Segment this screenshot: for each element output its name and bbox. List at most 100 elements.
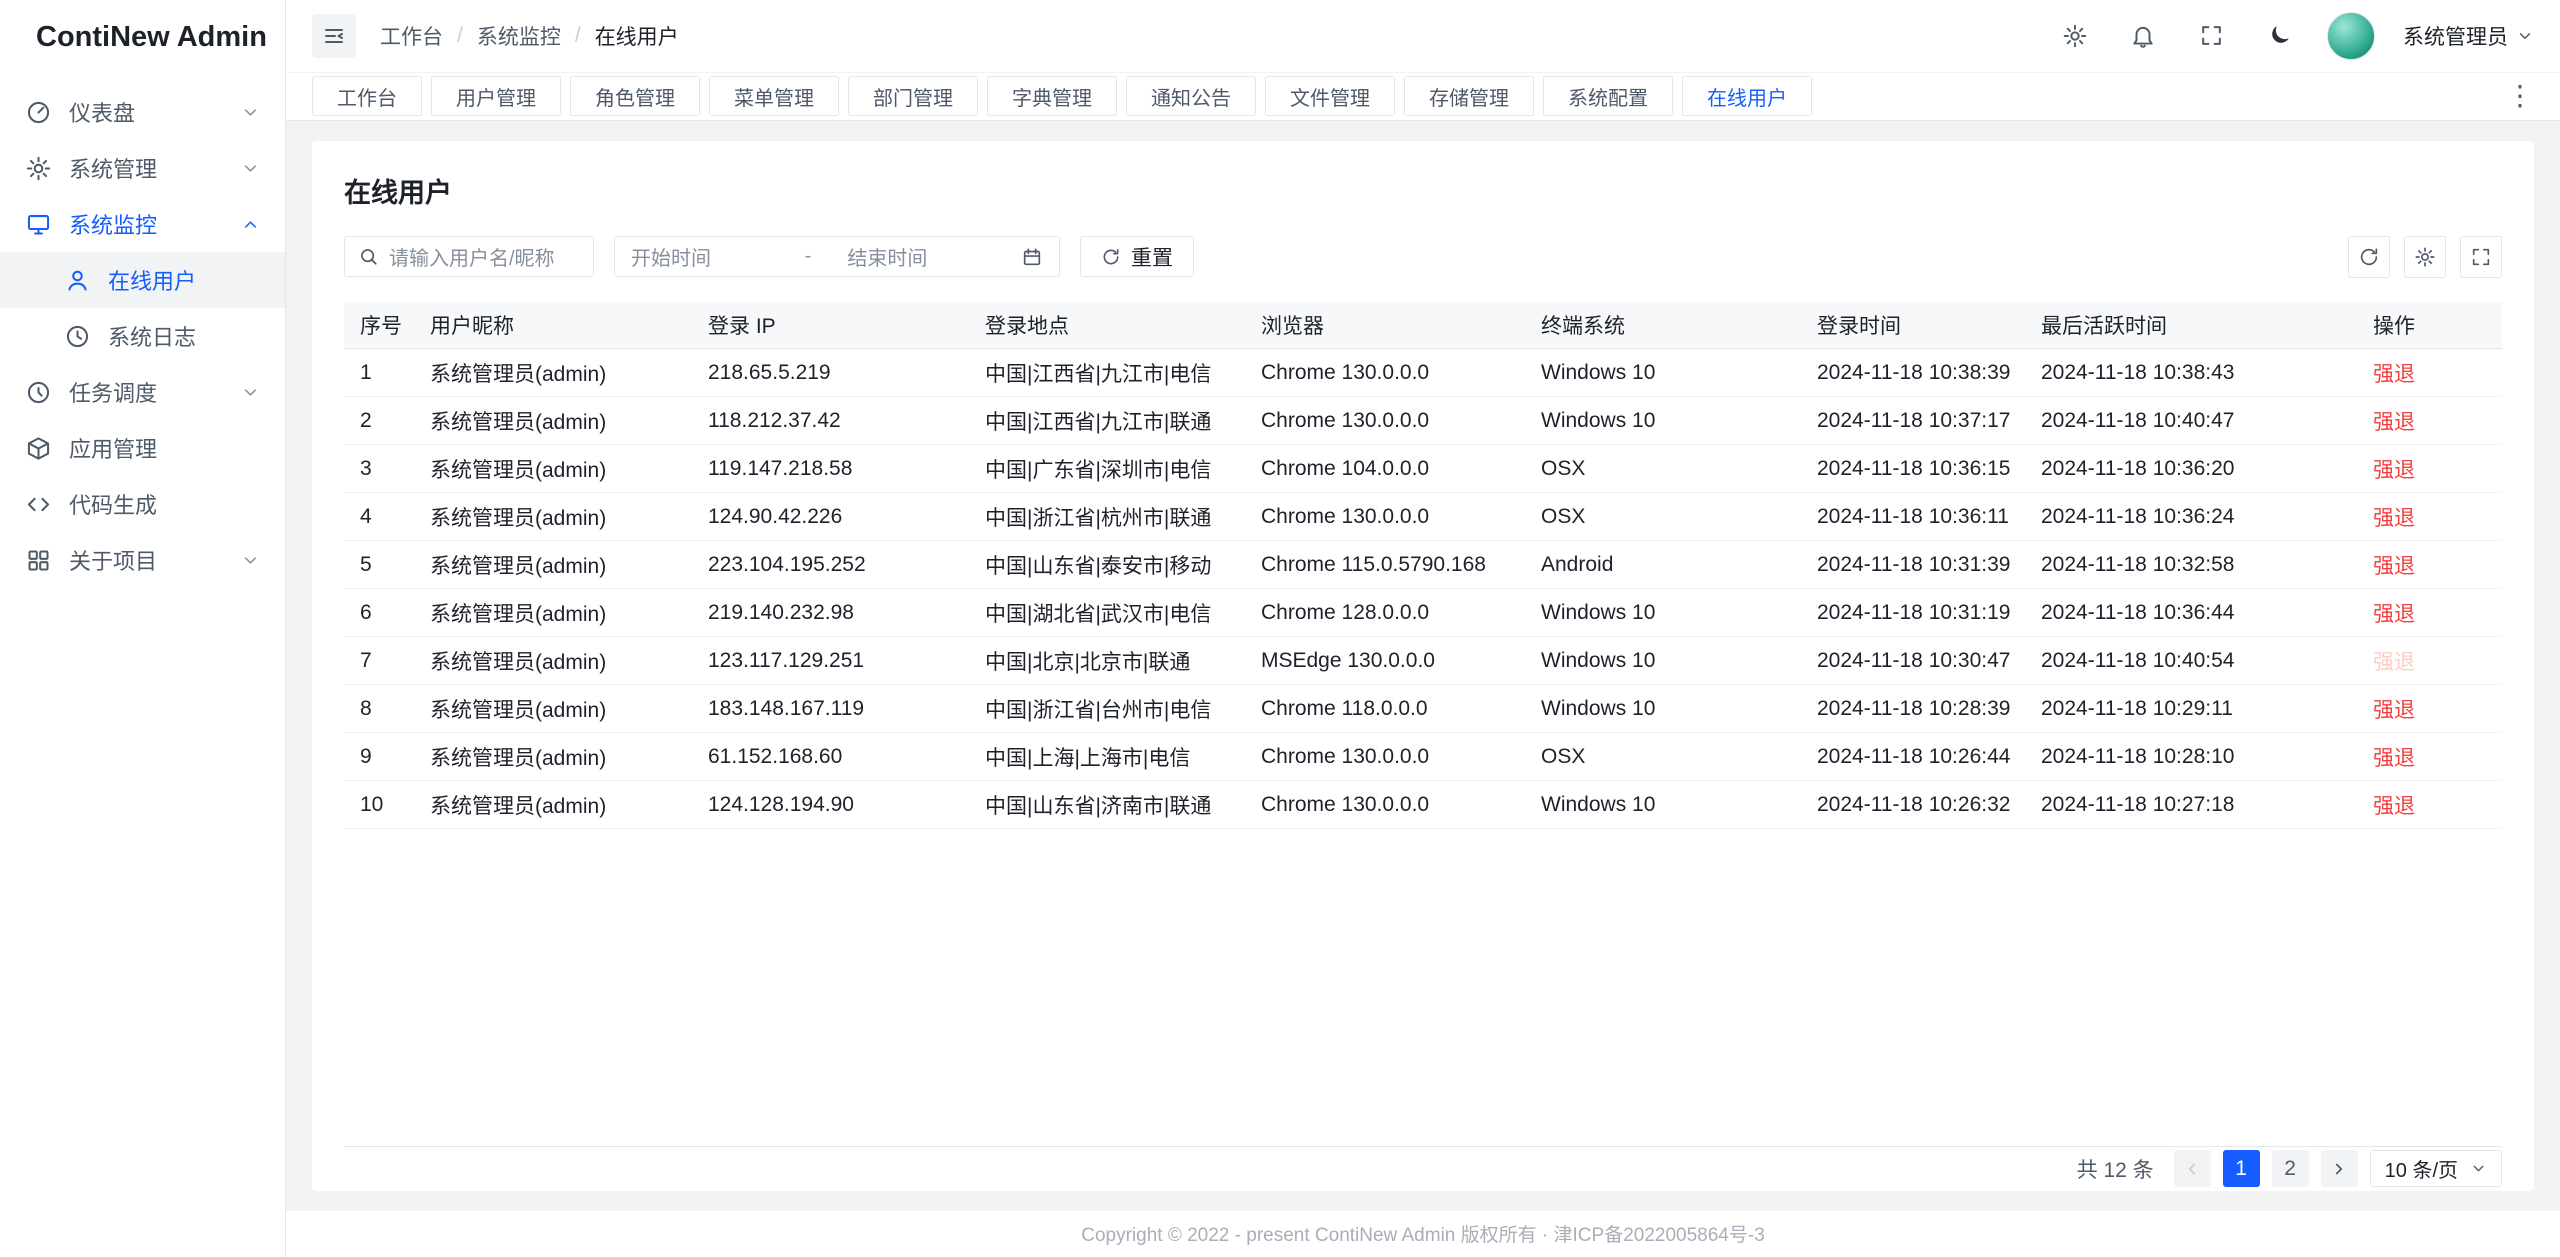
- cell-no: 7: [344, 637, 414, 685]
- search-input[interactable]: 请输入用户名/昵称: [344, 236, 594, 277]
- tab-8[interactable]: 存储管理: [1404, 76, 1534, 116]
- sidebar-collapse-button[interactable]: [312, 14, 356, 58]
- cell-browser: Chrome 130.0.0.0: [1245, 397, 1525, 445]
- cell-login_time: 2024-11-18 10:26:44: [1801, 733, 2025, 781]
- avatar[interactable]: [2327, 12, 2375, 60]
- cell-last_active: 2024-11-18 10:32:58: [2025, 541, 2357, 589]
- column-settings-button[interactable]: [2404, 236, 2446, 278]
- reset-button[interactable]: 重置: [1080, 236, 1194, 277]
- page-button-1[interactable]: 1: [2223, 1150, 2260, 1187]
- chevron-up-icon: [241, 215, 260, 234]
- sidebar-item-about-project[interactable]: 关于项目: [0, 532, 285, 588]
- force-logout-link[interactable]: 强退: [2373, 411, 2415, 434]
- settings-button[interactable]: [2055, 16, 2095, 56]
- sidebar-item-system-management[interactable]: 系统管理: [0, 140, 285, 196]
- page-button-2[interactable]: 2: [2272, 1150, 2309, 1187]
- cell-no: 10: [344, 781, 414, 829]
- sidebar-item-dashboard[interactable]: 仪表盘: [0, 84, 285, 140]
- sidebar-item-system-logs[interactable]: 系统日志: [0, 308, 285, 364]
- tab-7[interactable]: 文件管理: [1265, 76, 1395, 116]
- cell-location: 中国|江西省|九江市|电信: [969, 349, 1245, 397]
- more-vertical-icon[interactable]: ⋮: [2506, 82, 2534, 110]
- tab-4[interactable]: 部门管理: [848, 76, 978, 116]
- tab-bar: 工作台用户管理角色管理菜单管理部门管理字典管理通知公告文件管理存储管理系统配置在…: [286, 73, 2560, 121]
- monitor-icon: [25, 211, 52, 238]
- cell-last_active: 2024-11-18 10:27:18: [2025, 781, 2357, 829]
- force-logout-link[interactable]: 强退: [2373, 795, 2415, 818]
- table-fullscreen-button[interactable]: [2460, 236, 2502, 278]
- tab-9[interactable]: 系统配置: [1543, 76, 1673, 116]
- cell-no: 9: [344, 733, 414, 781]
- table-row: 5系统管理员(admin)223.104.195.252中国|山东省|泰安市|移…: [344, 541, 2502, 589]
- cell-os: Windows 10: [1525, 397, 1801, 445]
- cell-location: 中国|浙江省|台州市|电信: [969, 685, 1245, 733]
- tab-6[interactable]: 通知公告: [1126, 76, 1256, 116]
- tab-list: 工作台用户管理角色管理菜单管理部门管理字典管理通知公告文件管理存储管理系统配置在…: [312, 76, 1812, 116]
- prev-page-button[interactable]: [2174, 1150, 2211, 1187]
- next-page-button[interactable]: [2321, 1150, 2358, 1187]
- sidebar-submenu-system-monitor: 在线用户 系统日志: [0, 252, 285, 364]
- tab-2[interactable]: 角色管理: [570, 76, 700, 116]
- main-area: 工作台 / 系统监控 / 在线用户: [286, 0, 2560, 1257]
- cell-action: 强退: [2357, 589, 2502, 637]
- top-bar-right: 系统管理员: [2055, 12, 2534, 60]
- dark-mode-toggle[interactable]: [2259, 16, 2299, 56]
- column-header-3: 登录地点: [969, 302, 1245, 349]
- column-header-4: 浏览器: [1245, 302, 1525, 349]
- cell-login_time: 2024-11-18 10:31:19: [1801, 589, 2025, 637]
- sidebar: ContiNew Admin 仪表盘 系统管理 系统监控: [0, 0, 286, 1257]
- notifications-button[interactable]: [2123, 16, 2163, 56]
- force-logout-link[interactable]: 强退: [2373, 699, 2415, 722]
- fullscreen-button[interactable]: [2191, 16, 2231, 56]
- force-logout-link[interactable]: 强退: [2373, 363, 2415, 386]
- column-header-0: 序号: [344, 302, 414, 349]
- force-logout-link[interactable]: 强退: [2373, 555, 2415, 578]
- sidebar-item-label: 在线用户: [108, 264, 260, 296]
- sidebar-item-online-users[interactable]: 在线用户: [0, 252, 285, 308]
- tab-1[interactable]: 用户管理: [431, 76, 561, 116]
- breadcrumb-item-workplace[interactable]: 工作台: [380, 21, 443, 51]
- cell-action: 强退: [2357, 781, 2502, 829]
- tab-0[interactable]: 工作台: [312, 76, 422, 116]
- table-row: 1系统管理员(admin)218.65.5.219中国|江西省|九江市|电信Ch…: [344, 349, 2502, 397]
- page-size-select[interactable]: 10 条/页: [2370, 1150, 2502, 1187]
- cell-nickname: 系统管理员(admin): [414, 397, 692, 445]
- start-time-placeholder: 开始时间: [631, 242, 795, 271]
- range-separator: -: [805, 245, 812, 268]
- gear-icon: [2062, 23, 2088, 49]
- cell-ip: 123.117.129.251: [692, 637, 969, 685]
- cell-os: Windows 10: [1525, 685, 1801, 733]
- tab-3[interactable]: 菜单管理: [709, 76, 839, 116]
- sidebar-item-code-generation[interactable]: 代码生成: [0, 476, 285, 532]
- force-logout-link[interactable]: 强退: [2373, 651, 2415, 674]
- force-logout-link[interactable]: 强退: [2373, 603, 2415, 626]
- sidebar-item-system-monitor[interactable]: 系统监控: [0, 196, 285, 252]
- sidebar-item-label: 关于项目: [69, 544, 224, 576]
- tab-5[interactable]: 字典管理: [987, 76, 1117, 116]
- force-logout-link[interactable]: 强退: [2373, 507, 2415, 530]
- force-logout-link[interactable]: 强退: [2373, 747, 2415, 770]
- fullscreen-icon: [2470, 246, 2492, 268]
- refresh-icon: [2358, 246, 2380, 268]
- clock-icon: [25, 379, 52, 406]
- moon-icon: [2267, 23, 2292, 48]
- app-logo[interactable]: ContiNew Admin: [0, 0, 285, 74]
- user-menu[interactable]: 系统管理员: [2403, 21, 2534, 51]
- sidebar-item-label: 系统日志: [108, 320, 260, 352]
- cell-ip: 223.104.195.252: [692, 541, 969, 589]
- cell-nickname: 系统管理员(admin): [414, 541, 692, 589]
- tab-10[interactable]: 在线用户: [1682, 76, 1812, 116]
- cell-login_time: 2024-11-18 10:36:11: [1801, 493, 2025, 541]
- force-logout-link[interactable]: 强退: [2373, 459, 2415, 482]
- online-users-tbody: 1系统管理员(admin)218.65.5.219中国|江西省|九江市|电信Ch…: [344, 349, 2502, 829]
- refresh-table-button[interactable]: [2348, 236, 2390, 278]
- date-range-picker[interactable]: 开始时间 - 结束时间: [614, 236, 1060, 277]
- sidebar-item-task-scheduling[interactable]: 任务调度: [0, 364, 285, 420]
- cell-login_time: 2024-11-18 10:28:39: [1801, 685, 2025, 733]
- cell-last_active: 2024-11-18 10:36:44: [2025, 589, 2357, 637]
- breadcrumb-item-system-monitor[interactable]: 系统监控: [477, 21, 561, 51]
- sidebar-item-app-management[interactable]: 应用管理: [0, 420, 285, 476]
- cell-os: OSX: [1525, 493, 1801, 541]
- cell-login_time: 2024-11-18 10:36:15: [1801, 445, 2025, 493]
- cell-login_time: 2024-11-18 10:31:39: [1801, 541, 2025, 589]
